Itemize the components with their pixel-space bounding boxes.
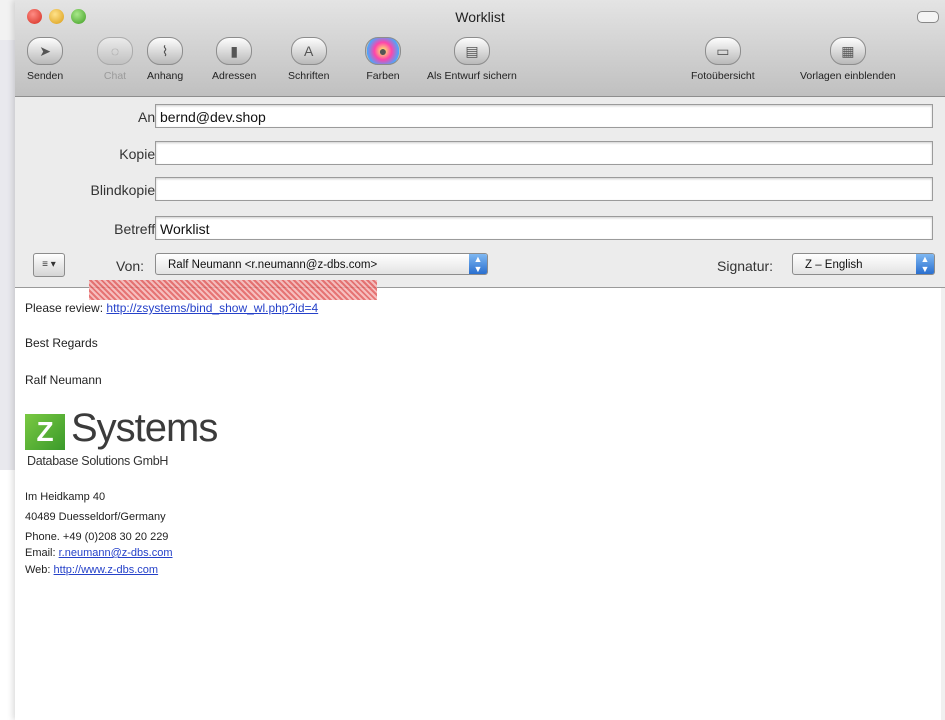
save-draft-icon: ▤ bbox=[453, 37, 490, 65]
body-scrollbar[interactable] bbox=[941, 288, 945, 720]
window-title: Worklist bbox=[455, 9, 505, 25]
bcc-label: Blindkopie: bbox=[90, 182, 160, 198]
review-link[interactable]: http://zsystems/bind_show_wl.php?id=4 bbox=[106, 301, 318, 315]
logo-mark: Z bbox=[25, 414, 65, 450]
photo-browser-icon: ▭ bbox=[704, 37, 741, 65]
signature-select[interactable]: Z – English ▲ ▼ bbox=[792, 253, 935, 275]
title-toolbar: Worklist ➤ Senden ◌ Chat ⌇ Anhang ▮ Adre… bbox=[15, 0, 945, 97]
fonts-button[interactable]: A Schriften bbox=[288, 37, 329, 82]
subject-field[interactable]: Worklist bbox=[155, 216, 933, 240]
fonts-icon: A bbox=[290, 37, 327, 65]
from-label: Von: bbox=[116, 258, 145, 274]
city-line: 40489 Duesseldorf/Germany bbox=[25, 511, 166, 523]
addresses-button[interactable]: ▮ Adressen bbox=[212, 37, 256, 82]
colors-button[interactable]: ● Farben bbox=[365, 37, 401, 82]
popup-arrows-icon: ▲ ▼ bbox=[469, 254, 487, 274]
to-row: An: bernd@dev.shop bbox=[15, 104, 945, 130]
review-line: Please review: http://zsystems/bind_show… bbox=[25, 301, 319, 315]
web-line: Web: http://www.z-dbs.com bbox=[25, 564, 159, 576]
chat-icon: ◌ bbox=[97, 37, 133, 65]
to-field[interactable]: bernd@dev.shop bbox=[155, 104, 933, 128]
subject-label: Betreff: bbox=[114, 221, 159, 237]
logo-wordmark: Systems bbox=[71, 406, 218, 450]
signature-select-value: Z – English bbox=[805, 259, 863, 271]
compose-window: Worklist ➤ Senden ◌ Chat ⌇ Anhang ▮ Adre… bbox=[15, 0, 945, 720]
stationery-icon: ▦ bbox=[829, 37, 866, 65]
send-icon: ➤ bbox=[27, 37, 64, 65]
bcc-field[interactable] bbox=[155, 177, 933, 201]
logo-subtitle: Database Solutions GmbH bbox=[27, 454, 169, 468]
email-line: Email: r.neumann@z-dbs.com bbox=[25, 547, 173, 559]
cc-field[interactable] bbox=[155, 141, 933, 165]
popup-arrows-icon: ▲ ▼ bbox=[916, 254, 934, 274]
photo-browser-button[interactable]: ▭ Fotoübersicht bbox=[691, 37, 755, 82]
attachment-icon: ⌇ bbox=[147, 37, 184, 65]
from-select[interactable]: Ralf Neumann <r.neumann@z-dbs.com> ▲ ▼ bbox=[155, 253, 488, 275]
regards-line: Best Regards bbox=[25, 336, 98, 350]
attachment-button[interactable]: ⌇ Anhang bbox=[147, 37, 183, 82]
header-fields: An: bernd@dev.shop Kopie: Blindkopie: Be… bbox=[15, 97, 945, 288]
web-link[interactable]: http://www.z-dbs.com bbox=[54, 564, 159, 576]
email-link[interactable]: r.neumann@z-dbs.com bbox=[59, 547, 173, 559]
chat-button[interactable]: ◌ Chat bbox=[97, 37, 133, 82]
phone-line: Phone. +49 (0)208 30 20 229 bbox=[25, 531, 169, 543]
stationery-button[interactable]: ▦ Vorlagen einblenden bbox=[800, 37, 896, 82]
toolbar-toggle-button[interactable] bbox=[917, 11, 939, 23]
colors-icon: ● bbox=[365, 37, 401, 65]
subject-row: Betreff: Worklist bbox=[15, 216, 945, 242]
cc-label: Kopie: bbox=[119, 146, 159, 162]
address-book-icon: ▮ bbox=[216, 37, 253, 65]
save-draft-button[interactable]: ▤ Als Entwurf sichern bbox=[427, 37, 517, 82]
message-body[interactable]: Please review: http://zsystems/bind_show… bbox=[15, 280, 945, 720]
header-options-button[interactable]: ≡ ▾ bbox=[33, 253, 65, 277]
redaction-mark bbox=[89, 280, 377, 300]
bcc-row: Blindkopie: bbox=[15, 177, 945, 203]
from-select-value: Ralf Neumann <r.neumann@z-dbs.com> bbox=[168, 259, 378, 271]
signature-name: Ralf Neumann bbox=[25, 373, 102, 387]
street-line: Im Heidkamp 40 bbox=[25, 491, 106, 503]
send-button[interactable]: ➤ Senden bbox=[27, 37, 63, 82]
signature-label: Signatur: bbox=[717, 258, 774, 274]
cc-row: Kopie: bbox=[15, 141, 945, 167]
